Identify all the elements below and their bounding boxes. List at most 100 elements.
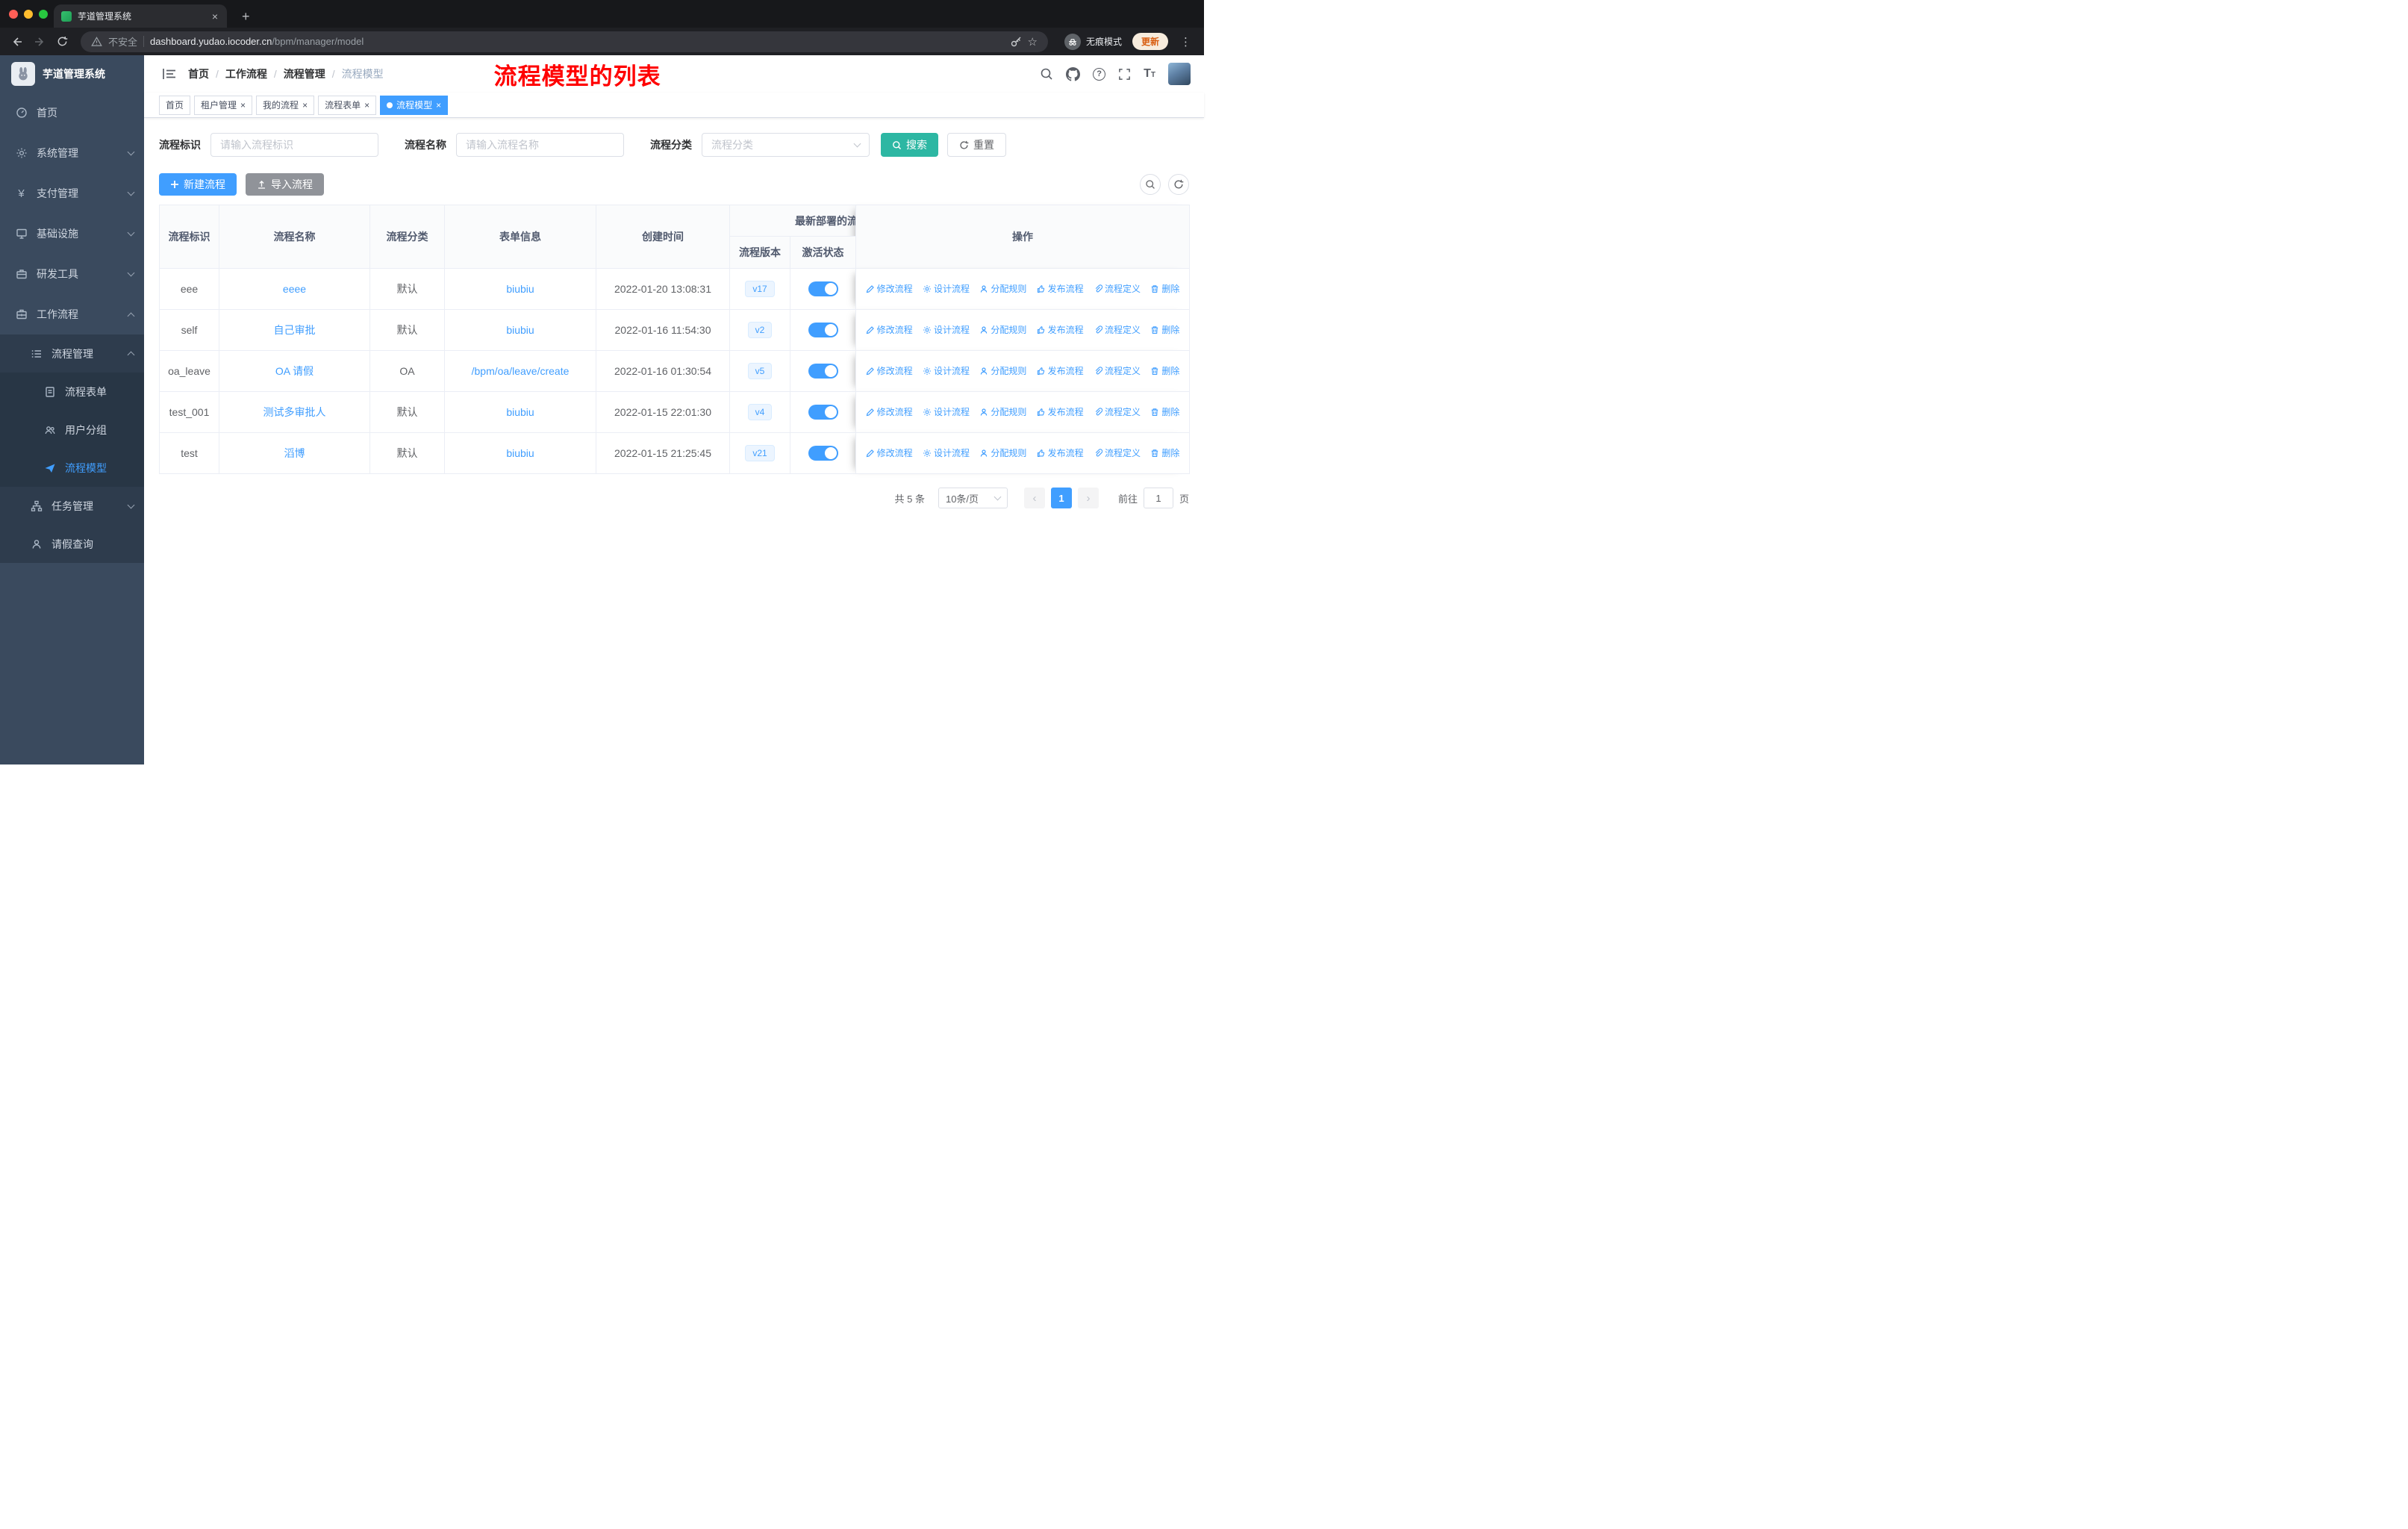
address-bar[interactable]: 不安全 dashboard.yudao.iocoder.cn/bpm/manag…: [81, 31, 1048, 52]
tag-tenant[interactable]: 租户管理 ×: [194, 95, 253, 115]
reset-button[interactable]: 重置: [947, 133, 1006, 157]
delete-process-link[interactable]: 删除: [1150, 446, 1179, 459]
process-definition-link[interactable]: 流程定义: [1094, 282, 1141, 295]
page-size-select[interactable]: 10条/页: [938, 488, 1008, 508]
reload-button[interactable]: [52, 32, 72, 52]
create-process-button[interactable]: 新建流程: [159, 173, 237, 196]
tag-process-model[interactable]: 流程模型 ×: [380, 95, 449, 115]
design-process-link[interactable]: 设计流程: [923, 282, 970, 295]
process-definition-link[interactable]: 流程定义: [1094, 446, 1141, 459]
prev-page-button[interactable]: ‹: [1023, 488, 1045, 508]
fullscreen-icon[interactable]: [1118, 68, 1131, 81]
process-definition-link[interactable]: 流程定义: [1094, 323, 1141, 336]
delete-process-link[interactable]: 删除: [1150, 364, 1179, 377]
back-button[interactable]: [7, 32, 27, 52]
minimize-window-button[interactable]: [24, 10, 33, 19]
process-name-link[interactable]: eeee: [283, 283, 306, 295]
forward-button[interactable]: [30, 32, 49, 52]
publish-process-link[interactable]: 发布流程: [1037, 364, 1084, 377]
process-name-link[interactable]: OA 请假: [275, 365, 314, 377]
form-link[interactable]: biubiu: [506, 447, 534, 459]
sidebar-fold-icon[interactable]: [162, 67, 177, 81]
assign-rule-link[interactable]: 分配规则: [979, 446, 1026, 459]
delete-process-link[interactable]: 删除: [1150, 405, 1179, 418]
sidebar-item-workflow[interactable]: 工作流程: [0, 294, 144, 334]
sidebar-item-infrastructure[interactable]: 基础设施: [0, 214, 144, 254]
breadcrumb-process-manage[interactable]: 流程管理: [284, 66, 325, 81]
process-definition-link[interactable]: 流程定义: [1094, 405, 1141, 418]
tag-my-process[interactable]: 我的流程 ×: [256, 95, 315, 115]
process-name-link[interactable]: 滔博: [284, 447, 305, 459]
close-icon[interactable]: ×: [436, 101, 441, 110]
browser-tab[interactable]: 芋道管理系统 ×: [54, 4, 227, 28]
new-tab-button[interactable]: +: [236, 9, 256, 28]
breadcrumb-home[interactable]: 首页: [188, 66, 209, 81]
tab-close-icon[interactable]: ×: [210, 11, 219, 22]
delete-process-link[interactable]: 删除: [1150, 282, 1179, 295]
close-window-button[interactable]: [9, 10, 18, 19]
form-link[interactable]: biubiu: [506, 406, 534, 418]
form-link[interactable]: biubiu: [506, 283, 534, 295]
edit-process-link[interactable]: 修改流程: [866, 282, 913, 295]
process-name-input[interactable]: [456, 133, 624, 157]
edit-process-link[interactable]: 修改流程: [866, 364, 913, 377]
user-avatar[interactable]: [1168, 63, 1191, 85]
next-page-button[interactable]: ›: [1077, 488, 1099, 508]
goto-page-input[interactable]: [1143, 488, 1173, 508]
close-icon[interactable]: ×: [240, 101, 246, 110]
password-key-icon[interactable]: [1010, 36, 1022, 48]
active-toggle[interactable]: [808, 405, 838, 420]
process-definition-link[interactable]: 流程定义: [1094, 364, 1141, 377]
sidebar-item-home[interactable]: 首页: [0, 93, 144, 133]
design-process-link[interactable]: 设计流程: [923, 323, 970, 336]
sidebar-item-process-form[interactable]: 流程表单: [0, 373, 144, 411]
github-icon[interactable]: [1066, 66, 1081, 81]
assign-rule-link[interactable]: 分配规则: [979, 405, 1026, 418]
sidebar-item-system[interactable]: 系统管理: [0, 133, 144, 173]
process-name-link[interactable]: 测试多审批人: [263, 406, 326, 418]
zoom-window-button[interactable]: [39, 10, 48, 19]
sidebar-item-user-group[interactable]: 用户分组: [0, 411, 144, 449]
assign-rule-link[interactable]: 分配规则: [979, 323, 1026, 336]
form-link[interactable]: biubiu: [506, 324, 534, 336]
browser-menu-icon[interactable]: ⋮: [1176, 35, 1197, 49]
tag-process-form[interactable]: 流程表单 ×: [318, 95, 377, 115]
form-link[interactable]: /bpm/oa/leave/create: [472, 365, 570, 377]
assign-rule-link[interactable]: 分配规则: [979, 364, 1026, 377]
sidebar-item-payment[interactable]: ¥ 支付管理: [0, 173, 144, 214]
process-name-link[interactable]: 自己审批: [274, 324, 316, 336]
active-toggle[interactable]: [808, 281, 838, 296]
update-button[interactable]: 更新: [1132, 33, 1168, 50]
design-process-link[interactable]: 设计流程: [923, 446, 970, 459]
breadcrumb-workflow[interactable]: 工作流程: [225, 66, 267, 81]
close-icon[interactable]: ×: [364, 101, 369, 110]
delete-process-link[interactable]: 删除: [1150, 323, 1179, 336]
publish-process-link[interactable]: 发布流程: [1037, 446, 1084, 459]
import-process-button[interactable]: 导入流程: [246, 173, 324, 196]
sidebar-item-process-manage[interactable]: 流程管理: [0, 334, 144, 373]
process-key-input[interactable]: [210, 133, 378, 157]
sidebar-item-task-manage[interactable]: 任务管理: [0, 487, 144, 525]
bookmark-star-icon[interactable]: ☆: [1028, 35, 1038, 49]
publish-process-link[interactable]: 发布流程: [1037, 323, 1084, 336]
publish-process-link[interactable]: 发布流程: [1037, 282, 1084, 295]
publish-process-link[interactable]: 发布流程: [1037, 405, 1084, 418]
assign-rule-link[interactable]: 分配规则: [979, 282, 1026, 295]
hide-search-button[interactable]: [1140, 174, 1161, 195]
edit-process-link[interactable]: 修改流程: [866, 405, 913, 418]
refresh-table-button[interactable]: [1168, 174, 1189, 195]
tag-home[interactable]: 首页: [159, 95, 191, 115]
page-1-button[interactable]: 1: [1050, 488, 1072, 508]
security-label[interactable]: 不安全: [108, 34, 137, 49]
edit-process-link[interactable]: 修改流程: [866, 323, 913, 336]
close-icon[interactable]: ×: [302, 101, 308, 110]
design-process-link[interactable]: 设计流程: [923, 364, 970, 377]
active-toggle[interactable]: [808, 323, 838, 337]
sidebar-item-leave-query[interactable]: 请假查询: [0, 525, 144, 563]
url-text[interactable]: dashboard.yudao.iocoder.cn/bpm/manager/m…: [150, 36, 364, 47]
sidebar-item-process-model[interactable]: 流程模型: [0, 449, 144, 487]
search-icon[interactable]: [1040, 67, 1053, 81]
help-icon[interactable]: ?: [1093, 67, 1106, 81]
process-category-select[interactable]: 流程分类: [702, 133, 870, 157]
active-toggle[interactable]: [808, 364, 838, 379]
